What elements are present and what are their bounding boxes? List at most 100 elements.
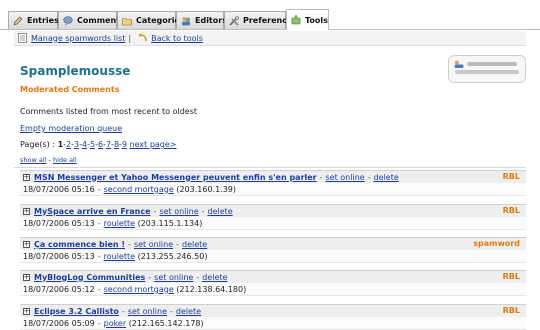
comment-meta: 18/07/2006 05:12 - second mortgage (212.…	[20, 283, 526, 296]
tab-bar: Entries Comments Categories Editors Pref…	[0, 0, 540, 30]
comment-ip: (203.160.1.39)	[176, 184, 237, 194]
manage-spamwords-link[interactable]: Manage spamwords list	[31, 34, 125, 43]
divider	[14, 167, 526, 168]
pager-current: 1	[57, 140, 64, 149]
comment-title-link[interactable]: Eclipse 3.2 Callisto	[34, 307, 119, 316]
set-online-link[interactable]: set online	[134, 240, 173, 249]
set-online-link[interactable]: set online	[326, 173, 365, 182]
delete-link[interactable]: delete	[208, 207, 233, 216]
comment-item: + MyBlogLog Communities - set online - d…	[20, 270, 526, 296]
next-page-link[interactable]: next page>	[130, 140, 177, 149]
comment-header: + Ça commence bien ! - set online - dele…	[20, 237, 526, 250]
action-separator: -	[319, 172, 323, 182]
spam-badge: RBL	[502, 206, 520, 215]
action-separator: -	[148, 272, 152, 282]
comment-meta: 18/07/2006 05:13 - roulette (203.115.1.1…	[20, 217, 526, 230]
comment-author-link[interactable]: poker	[104, 319, 127, 328]
action-separator: -	[121, 306, 125, 316]
comment-title-link[interactable]: Ça commence bien !	[34, 240, 125, 249]
empty-moderation-queue-link[interactable]: Empty moderation queue	[20, 124, 122, 133]
page-title: Spamplemousse	[20, 64, 131, 78]
hide-all-link[interactable]: hide all	[53, 156, 77, 164]
expand-icon[interactable]: +	[23, 173, 30, 181]
comment-item: + Eclipse 3.2 Callisto - set online - de…	[20, 304, 526, 330]
tab-label: Tools	[305, 15, 328, 25]
delete-link[interactable]: delete	[374, 173, 399, 182]
pager-page-link[interactable]: 7	[106, 140, 111, 149]
main-content: Spamplemousse Moderated Comments Comment…	[14, 46, 526, 330]
comment-date: 18/07/2006 05:13	[23, 218, 95, 228]
comment-title-link[interactable]: MySpace arrive en France	[34, 207, 151, 216]
comment-ip: (212.138.64.180)	[176, 284, 247, 294]
spam-badge: RBL	[502, 306, 520, 315]
delete-link[interactable]: delete	[182, 240, 207, 249]
action-separator: -	[367, 172, 371, 182]
tab-label: Editors	[195, 16, 227, 25]
toolbar-separator: |	[128, 33, 132, 43]
comment-meta: 18/07/2006 05:09 - poker (212.165.142.17…	[20, 317, 526, 330]
comment-ip: (212.165.142.178)	[128, 318, 204, 328]
user-info-blurred-line	[467, 62, 517, 66]
comments-icon	[63, 15, 73, 26]
comment-date: 18/07/2006 05:16	[23, 184, 95, 194]
back-arrow-icon	[138, 33, 147, 43]
delete-link[interactable]: delete	[202, 273, 227, 282]
toolbar: Manage spamwords list | Back to tools	[14, 31, 526, 46]
tab-preferences[interactable]: Preferences	[224, 11, 297, 29]
comment-meta: 18/07/2006 05:16 - second mortgage (203.…	[20, 183, 526, 196]
comment-date: 18/07/2006 05:09	[23, 318, 95, 328]
comment-item: + MSN Messenger et Yahoo Messenger peuve…	[20, 170, 526, 196]
puzzle-icon	[291, 15, 301, 25]
comment-author-link[interactable]: second mortgage	[104, 285, 174, 294]
comment-date: 18/07/2006 05:12	[23, 284, 95, 294]
user-info-box	[448, 55, 526, 83]
tab-editors[interactable]: Editors	[176, 11, 227, 29]
pager-page-link[interactable]: 9	[122, 140, 127, 149]
expand-icon[interactable]: +	[23, 207, 30, 215]
comment-author-link[interactable]: roulette	[104, 219, 135, 228]
set-online-link[interactable]: set online	[159, 207, 198, 216]
empty-queue-row: Empty moderation queue	[20, 124, 122, 133]
set-online-link[interactable]: set online	[128, 307, 167, 316]
pager-page-link[interactable]: 6	[98, 140, 103, 149]
comment-author-link[interactable]: second mortgage	[104, 185, 174, 194]
action-separator: -	[176, 239, 180, 249]
folder-icon	[122, 16, 132, 26]
spam-badge: RBL	[502, 172, 520, 181]
tab-comments[interactable]: Comments	[58, 11, 125, 29]
action-separator: -	[97, 218, 101, 228]
comment-title-link[interactable]: MSN Messenger et Yahoo Messenger peuvent…	[34, 173, 317, 182]
action-separator: -	[97, 318, 101, 328]
pager-page-link[interactable]: 5	[90, 140, 95, 149]
comment-header: + Eclipse 3.2 Callisto - set online - de…	[20, 304, 526, 317]
tab-categories[interactable]: Categories	[117, 11, 185, 29]
toggle-row: show all - hide all	[20, 156, 77, 164]
pager-page-link[interactable]: 4	[82, 140, 87, 149]
expand-icon[interactable]: +	[23, 307, 30, 315]
show-all-link[interactable]: show all	[20, 156, 46, 164]
editors-icon	[181, 16, 191, 26]
section-subtitle: Moderated Comments	[20, 85, 120, 94]
comment-author-link[interactable]: roulette	[104, 252, 135, 261]
comment-ip: (203.115.1.134)	[137, 218, 203, 228]
tab-entries[interactable]: Entries	[8, 11, 59, 29]
comment-item: + MySpace arrive en France - set online …	[20, 204, 526, 230]
comment-title-link[interactable]: MyBlogLog Communities	[34, 273, 145, 282]
action-separator: -	[128, 239, 131, 249]
back-to-tools-link[interactable]: Back to tools	[151, 34, 203, 43]
comment-header: + MySpace arrive en France - set online …	[20, 204, 526, 217]
action-separator: -	[201, 206, 205, 216]
action-separator: -	[196, 272, 200, 282]
expand-icon[interactable]: +	[23, 240, 30, 248]
expand-icon[interactable]: +	[23, 273, 30, 281]
pager-page-link[interactable]: 8	[114, 140, 119, 149]
comment-header: + MyBlogLog Communities - set online - d…	[20, 270, 526, 283]
pager-page-link[interactable]: 2	[66, 140, 71, 149]
delete-link[interactable]: delete	[176, 307, 201, 316]
pager-page-link[interactable]: 3	[74, 140, 79, 149]
pager: Page(s) : 1-2-3-4-5-6-7-8-9 next page>	[20, 140, 177, 149]
set-online-link[interactable]: set online	[154, 273, 193, 282]
pager-prefix: Page(s) :	[20, 140, 58, 149]
tab-tools[interactable]: Tools	[286, 9, 329, 30]
comment-ip: (213.255.246.50)	[137, 251, 208, 261]
